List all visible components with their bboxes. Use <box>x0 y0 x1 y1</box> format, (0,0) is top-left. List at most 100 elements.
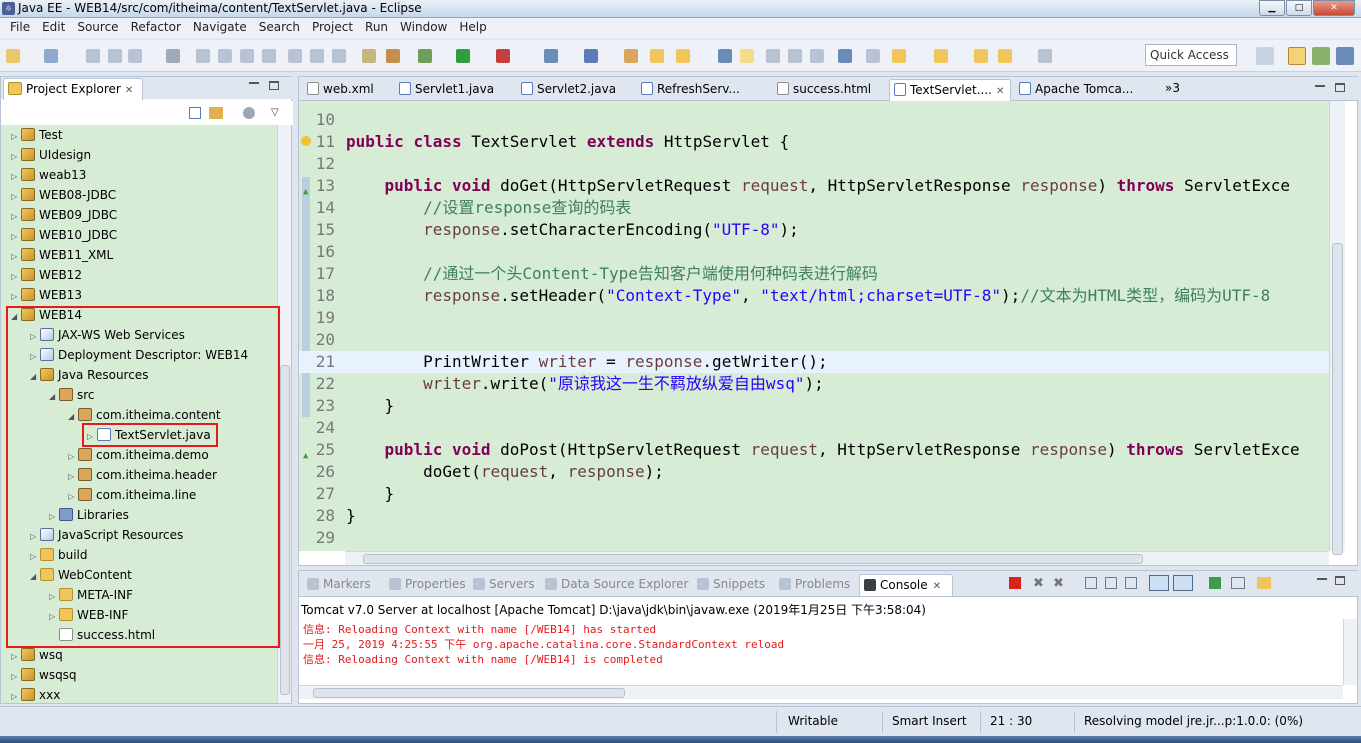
new-icon[interactable] <box>6 49 20 63</box>
marker-icon[interactable] <box>718 49 732 63</box>
drop-frame-icon[interactable] <box>362 49 376 63</box>
maximize-button[interactable]: □ <box>1286 0 1312 16</box>
collapsed-arrow-icon[interactable]: ▷ <box>11 287 21 307</box>
code-line[interactable]: 20 <box>299 329 1329 351</box>
collapsed-arrow-icon[interactable]: ▷ <box>11 687 21 703</box>
code-line[interactable]: 21 PrintWriter writer = response.getWrit… <box>299 351 1329 373</box>
focus-icon[interactable] <box>243 107 255 119</box>
show-stdout-icon[interactable] <box>1149 575 1169 591</box>
code-line[interactable]: 10 <box>299 109 1329 131</box>
debug-perspective-icon[interactable] <box>1312 47 1330 65</box>
collapse-all-icon[interactable] <box>189 107 201 119</box>
close-tab-icon[interactable]: ✕ <box>996 86 1004 97</box>
code-hscroll-thumb[interactable] <box>363 554 1143 564</box>
back-icon[interactable] <box>998 49 1012 63</box>
code-line[interactable]: 14 //设置response查询的码表 <box>299 197 1329 219</box>
disconnect-icon[interactable] <box>262 49 276 63</box>
link-with-editor-icon[interactable] <box>209 107 223 119</box>
collapsed-arrow-icon[interactable]: ▷ <box>11 167 21 187</box>
code-line[interactable]: 13 public void doGet(HttpServletRequest … <box>299 175 1329 197</box>
next-annotation-icon[interactable] <box>892 49 906 63</box>
forward-icon[interactable] <box>1038 49 1052 63</box>
menu-window[interactable]: Window <box>394 18 453 38</box>
toggle-breadcrumb-icon[interactable] <box>766 49 780 63</box>
debug-icon[interactable] <box>418 49 432 63</box>
suspend-icon[interactable] <box>218 49 232 63</box>
pin-console-icon[interactable] <box>1209 577 1221 589</box>
editor-tab-7[interactable]: Apache Tomca... <box>1015 79 1147 101</box>
tab-properties[interactable]: Properties <box>385 574 466 596</box>
tree-item-test[interactable]: ▷ Test <box>11 125 63 145</box>
code-line[interactable]: 24 <box>299 417 1329 439</box>
tab-data-source-explorer[interactable]: Data Source Explorer <box>541 574 689 596</box>
code-line[interactable]: 15 response.setCharacterEncoding("UTF-8"… <box>299 219 1329 241</box>
clear-console-icon[interactable] <box>1085 577 1097 589</box>
print-icon[interactable] <box>128 49 142 63</box>
menu-source[interactable]: Source <box>71 18 124 38</box>
tree-item-xxx[interactable]: ▷ xxx <box>11 685 60 703</box>
tree-item-web12[interactable]: ▷ WEB12 <box>11 265 82 285</box>
code-vscroll-thumb[interactable] <box>1332 243 1343 555</box>
code-line[interactable]: 18 response.setHeader("Context-Type", "t… <box>299 285 1329 307</box>
code-line[interactable]: 29 <box>299 527 1329 549</box>
toggle-highlight-icon[interactable] <box>740 49 754 63</box>
tree-item-web09-jdbc[interactable]: ▷ WEB09_JDBC <box>11 205 117 225</box>
search-icon[interactable] <box>676 49 690 63</box>
terminate-icon[interactable] <box>1009 577 1021 589</box>
tree-item-wsqsq[interactable]: ▷ wsqsq <box>11 665 77 685</box>
editor-tab-3[interactable]: Servlet2.java <box>517 79 633 101</box>
editor-tab-6[interactable]: TextServlet.... ✕ <box>889 79 1011 101</box>
more-tabs-button[interactable]: »3 <box>1165 81 1180 95</box>
save-all-icon[interactable] <box>108 49 122 63</box>
close-icon[interactable]: ✕ <box>125 85 133 96</box>
close-console-tab-icon[interactable]: ✕ <box>933 581 941 592</box>
menu-edit[interactable]: Edit <box>36 18 71 38</box>
tree-item-wsq[interactable]: ▷ wsq <box>11 645 63 665</box>
new-wizard-icon[interactable] <box>44 49 58 63</box>
code-horizontal-scrollbar[interactable] <box>345 551 1329 565</box>
collapsed-arrow-icon[interactable]: ▷ <box>11 267 21 287</box>
tree-scroll-thumb[interactable] <box>280 365 290 695</box>
prev-annotation-icon[interactable] <box>934 49 948 63</box>
collapsed-arrow-icon[interactable]: ▷ <box>11 187 21 207</box>
quick-access-input[interactable]: Quick Access <box>1145 44 1237 66</box>
tree-item-uidesign[interactable]: ▷ UIdesign <box>11 145 91 165</box>
step-return-icon[interactable] <box>332 49 346 63</box>
tree-item-weab13[interactable]: ▷ weab13 <box>11 165 86 185</box>
java-ee-perspective-icon[interactable] <box>1288 47 1306 65</box>
minimize-view-icon[interactable] <box>249 82 259 84</box>
code-line[interactable]: 22 writer.write("原谅我这一生不羁放纵爱自由wsq"); <box>299 373 1329 395</box>
minimize-editor-icon[interactable] <box>1315 85 1325 87</box>
code-line[interactable]: 23 } <box>299 395 1329 417</box>
tab-problems[interactable]: Problems <box>775 574 855 596</box>
editor-tab-4[interactable]: RefreshServ... <box>637 79 769 101</box>
new-folder-icon[interactable] <box>650 49 664 63</box>
run-icon[interactable] <box>456 49 470 63</box>
menu-project[interactable]: Project <box>306 18 359 38</box>
tree-item-web08-jdbc[interactable]: ▷ WEB08-JDBC <box>11 185 116 205</box>
open-console-icon[interactable] <box>1257 577 1271 589</box>
word-wrap-icon[interactable] <box>1125 577 1137 589</box>
remove-launch-icon[interactable]: ✖ <box>1033 576 1044 591</box>
terminate-icon[interactable] <box>240 49 254 63</box>
code-vertical-scrollbar[interactable] <box>1329 101 1345 555</box>
tree-item-web13[interactable]: ▷ WEB13 <box>11 285 82 305</box>
code-line[interactable]: 25 public void doPost(HttpServletRequest… <box>299 439 1329 461</box>
open-perspective-icon[interactable] <box>1256 47 1274 65</box>
code-line[interactable]: 27 } <box>299 483 1329 505</box>
new-package-icon[interactable] <box>624 49 638 63</box>
collapsed-arrow-icon[interactable]: ▷ <box>11 127 21 147</box>
block-select-icon[interactable] <box>810 49 824 63</box>
annotation-next-icon[interactable] <box>866 49 880 63</box>
collapsed-arrow-icon[interactable]: ▷ <box>11 667 21 687</box>
console-vertical-scrollbar[interactable] <box>1343 619 1357 685</box>
editor-tab-2[interactable]: Servlet1.java <box>395 79 513 101</box>
java-perspective-icon[interactable] <box>1336 47 1354 65</box>
scroll-lock-icon[interactable] <box>1105 577 1117 589</box>
step-into-icon[interactable] <box>288 49 302 63</box>
show-whitespace-icon[interactable] <box>788 49 802 63</box>
tab-project-explorer[interactable]: Project Explorer ✕ <box>3 78 143 100</box>
console-hscroll-thumb[interactable] <box>313 688 625 698</box>
maximize-view-icon[interactable] <box>269 81 279 90</box>
tab-snippets[interactable]: Snippets <box>693 574 771 596</box>
